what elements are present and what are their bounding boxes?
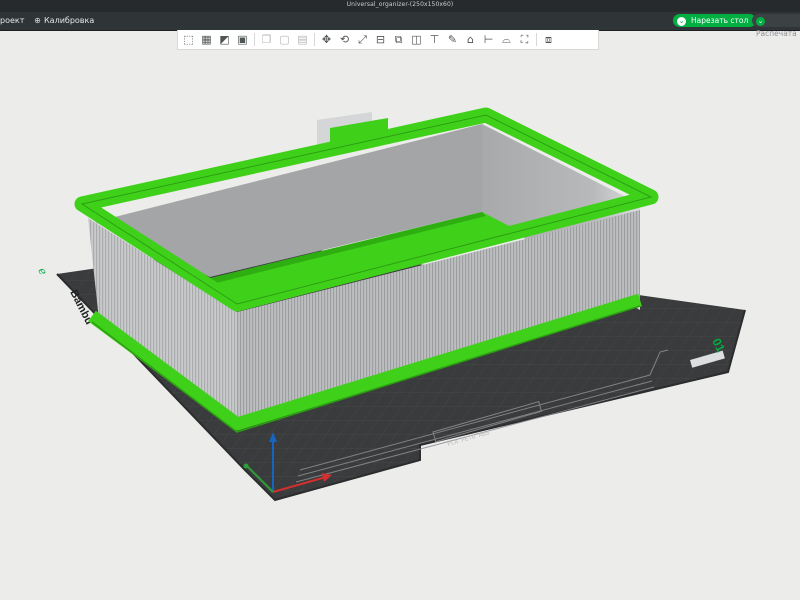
plate-edit-icon[interactable]: ℯ xyxy=(35,266,49,278)
3d-viewport[interactable]: Bambu ℯ 01 PLA PETG ABS xyxy=(0,0,800,600)
